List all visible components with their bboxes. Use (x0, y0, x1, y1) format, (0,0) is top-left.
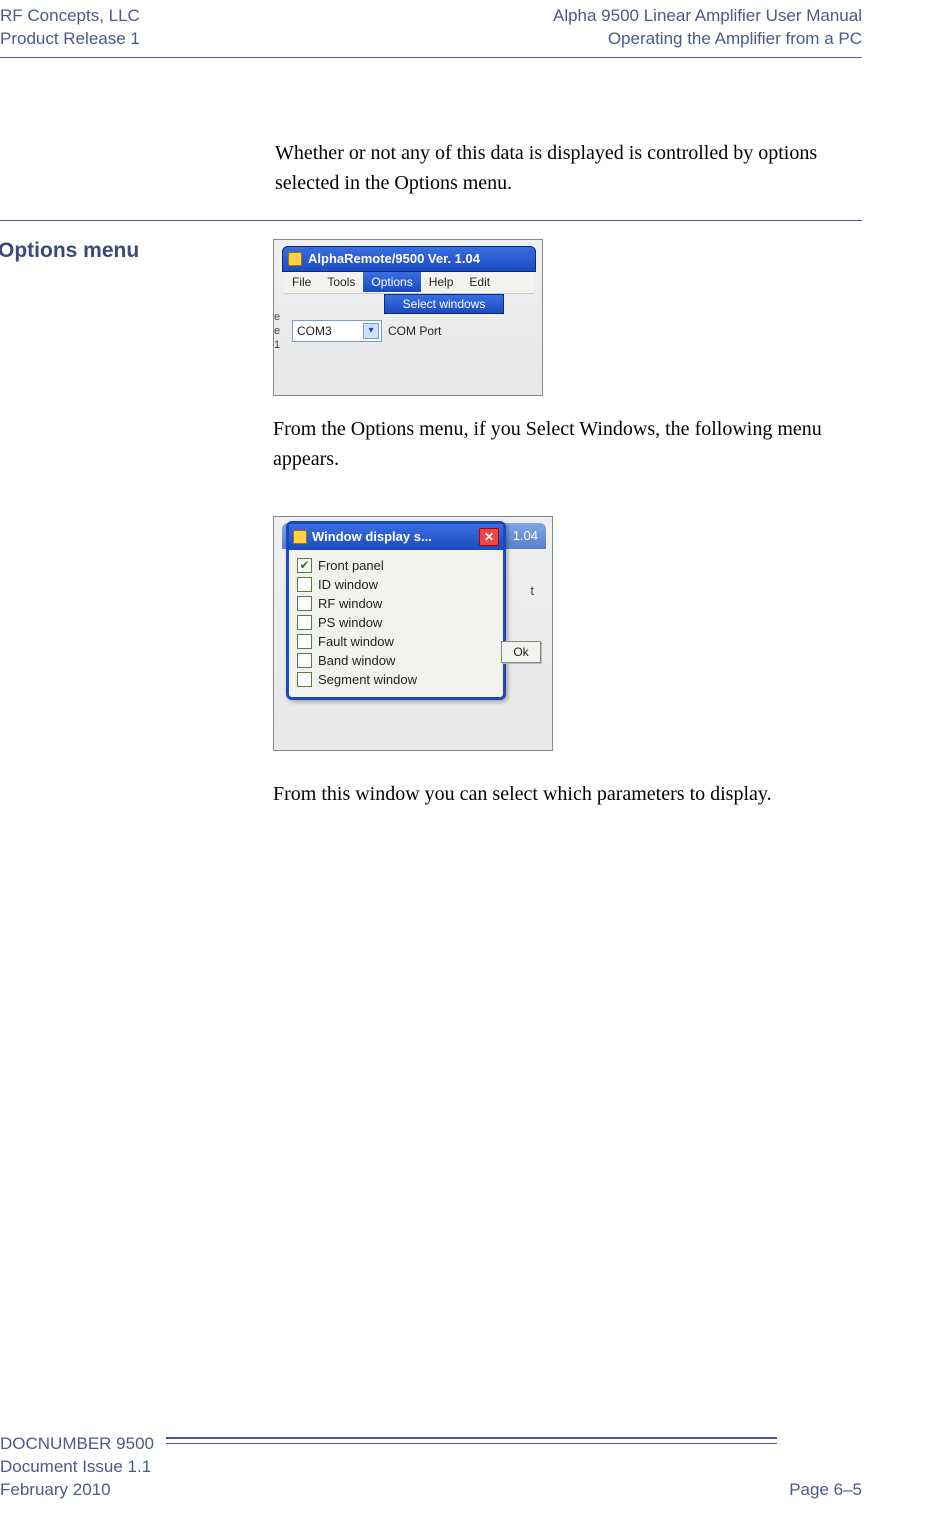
chapter-title: Operating the Amplifier from a PC (553, 28, 862, 51)
menu-bar: File Tools Options Help Edit (284, 272, 534, 294)
decorative-edge: ee1 (274, 310, 280, 352)
check-front-panel[interactable]: ✔ Front panel (297, 556, 495, 575)
product-release: Product Release 1 (0, 28, 140, 51)
dialog-title-text: Window display s... (312, 529, 432, 544)
header-right: Alpha 9500 Linear Amplifier User Manual … (553, 5, 862, 51)
menu-options[interactable]: Options (363, 272, 420, 292)
screenshot-window-display-settings: 1.04 t Window display s... ✕ (273, 516, 553, 751)
dialog-body: ✔ Front panel ID window RF window (289, 550, 503, 697)
doc-title: Alpha 9500 Linear Amplifier User Manual (553, 5, 862, 28)
intro-paragraph: Whether or not any of this data is displ… (275, 138, 862, 198)
app-icon (288, 252, 302, 266)
section-heading: Options menu (0, 239, 273, 809)
header-left: RF Concepts, LLC Product Release 1 (0, 5, 140, 51)
checkbox-icon[interactable] (297, 653, 312, 668)
checkbox-label: Front panel (318, 558, 384, 573)
com-port-select[interactable]: COM3 ▾ (292, 320, 382, 342)
com-port-value: COM3 (297, 324, 332, 338)
check-fault-window[interactable]: Fault window (297, 632, 495, 651)
menu-edit[interactable]: Edit (461, 272, 498, 292)
checkbox-icon[interactable] (297, 577, 312, 592)
check-ps-window[interactable]: PS window (297, 613, 495, 632)
doc-date: February 2010 (0, 1479, 154, 1502)
checkbox-icon[interactable] (297, 634, 312, 649)
menu-file[interactable]: File (284, 272, 319, 292)
window-titlebar: AlphaRemote/9500 Ver. 1.04 (282, 246, 536, 272)
checkbox-icon[interactable] (297, 672, 312, 687)
checkbox-label: ID window (318, 577, 378, 592)
checkbox-label: RF window (318, 596, 382, 611)
checkbox-icon[interactable] (297, 615, 312, 630)
page-number: Page 6–5 (789, 1479, 862, 1502)
footer-rule (166, 1433, 777, 1444)
com-port-label: COM Port (388, 324, 441, 338)
body-paragraph-2: From this window you can select which pa… (273, 779, 862, 809)
dialog-icon (293, 530, 307, 544)
menu-tools[interactable]: Tools (319, 272, 363, 292)
window-display-dialog: Window display s... ✕ ✔ Front panel (286, 521, 506, 700)
check-id-window[interactable]: ID window (297, 575, 495, 594)
checkbox-icon[interactable]: ✔ (297, 558, 312, 573)
window-title: AlphaRemote/9500 Ver. 1.04 (308, 251, 480, 266)
checkbox-label: Fault window (318, 634, 394, 649)
checkbox-label: Segment window (318, 672, 417, 687)
checkbox-label: PS window (318, 615, 382, 630)
docnumber: DOCNUMBER 9500 (0, 1433, 154, 1456)
ok-button[interactable]: Ok (501, 641, 541, 663)
menu-help[interactable]: Help (421, 272, 462, 292)
stray-text: t (530, 583, 534, 598)
screenshot-options-menu: ee1 AlphaRemote/9500 Ver. 1.04 File Tool… (273, 239, 543, 396)
check-band-window[interactable]: Band window (297, 651, 495, 670)
doc-issue: Document Issue 1.1 (0, 1456, 154, 1479)
check-segment-window[interactable]: Segment window (297, 670, 495, 689)
checkbox-icon[interactable] (297, 596, 312, 611)
body-paragraph-1: From the Options menu, if you Select Win… (273, 414, 862, 474)
menu-item-select-windows[interactable]: Select windows (384, 294, 504, 314)
checkbox-label: Band window (318, 653, 395, 668)
dialog-titlebar: Window display s... ✕ (289, 524, 503, 550)
background-title-fragment: 1.04 (513, 528, 538, 543)
close-icon[interactable]: ✕ (479, 528, 499, 546)
check-rf-window[interactable]: RF window (297, 594, 495, 613)
chevron-down-icon[interactable]: ▾ (363, 323, 379, 339)
page-footer: DOCNUMBER 9500 Document Issue 1.1 Februa… (0, 1433, 862, 1502)
page-header: RF Concepts, LLC Product Release 1 Alpha… (0, 5, 862, 58)
company-name: RF Concepts, LLC (0, 5, 140, 28)
